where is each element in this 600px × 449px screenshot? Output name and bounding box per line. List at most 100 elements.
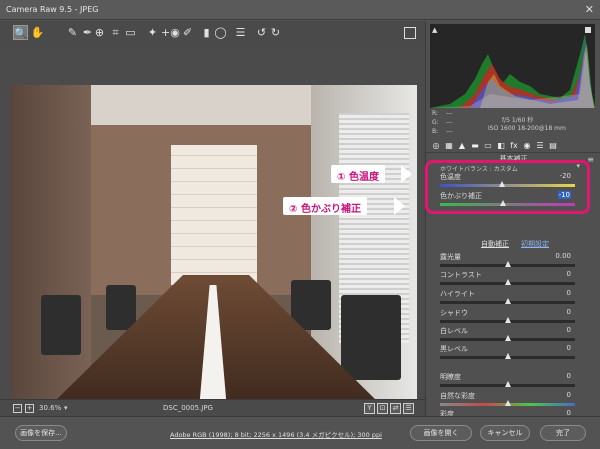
slider-label: 黒レベル: [440, 345, 468, 353]
lens-info: ISO 1600 18-200@18 mm: [488, 125, 566, 132]
tone-curve-tab-icon[interactable]: ▦: [444, 141, 454, 151]
slider-row: 自然な彩度 0: [426, 391, 600, 411]
slider-thumb[interactable]: [504, 381, 511, 387]
target-adjustment-tool-icon[interactable]: ⊕: [92, 25, 107, 40]
close-icon[interactable]: ✕: [585, 3, 594, 16]
rotate-left-icon[interactable]: ↺: [254, 25, 269, 40]
slider-value-input[interactable]: 0: [567, 391, 571, 399]
callout-arrow: [394, 197, 405, 215]
slider-label: 自然な彩度: [440, 392, 475, 400]
g-label: G:: [432, 119, 439, 126]
slider-thumb[interactable]: [504, 279, 511, 285]
b-value: ---: [446, 128, 453, 135]
slider-row: 露光量 0.00: [426, 252, 600, 272]
slider-label: 露光量: [440, 253, 461, 261]
camera-calibration-tab-icon[interactable]: ◉: [522, 141, 532, 151]
slider-thumb[interactable]: [504, 335, 511, 341]
highlight-box: [425, 160, 590, 214]
slider-label: ハイライト: [440, 290, 475, 298]
file-name: DSC_0005.JPG: [163, 404, 213, 412]
snapshots-tab-icon[interactable]: ▤: [548, 141, 558, 151]
window-title: Camera Raw 9.5 - JPEG: [6, 5, 99, 14]
slider-value-input[interactable]: 0: [567, 308, 571, 316]
zoom-level[interactable]: 30.6%: [39, 404, 61, 412]
slider-label: 明瞭度: [440, 373, 461, 381]
before-after-button[interactable]: Y: [364, 403, 375, 414]
basic-tab-icon[interactable]: ◎: [431, 141, 441, 151]
slider-thumb[interactable]: [504, 298, 511, 304]
photo-chair: [341, 295, 401, 380]
b-label: B:: [432, 128, 439, 135]
slider-row: 黒レベル 0: [426, 344, 600, 364]
radial-filter-icon[interactable]: ◯: [213, 25, 228, 40]
auto-button[interactable]: 自動補正: [481, 239, 509, 249]
rgb-readout: R: --- G: --- B: --- f/5 1/60 秒 ISO 1600…: [430, 108, 595, 138]
photo-preview[interactable]: [11, 85, 417, 401]
rotate-right-icon[interactable]: ↻: [268, 25, 283, 40]
title-bar: Camera Raw 9.5 - JPEG ✕: [0, 0, 600, 20]
graduated-filter-icon[interactable]: ▮: [199, 25, 214, 40]
histogram: ▲: [430, 24, 595, 108]
exposure-info: f/5 1/60 秒: [502, 117, 534, 124]
detail-tab-icon[interactable]: ▲: [457, 141, 467, 151]
save-image-button[interactable]: 画像を保存...: [15, 425, 67, 441]
callout-arrow: [401, 165, 412, 183]
photo-chair: [106, 285, 136, 330]
photo-chair: [41, 295, 81, 355]
zoom-in-button[interactable]: +: [25, 404, 34, 413]
r-label: R:: [432, 110, 439, 117]
adjustment-brush-icon[interactable]: ✐: [180, 25, 195, 40]
slider-thumb[interactable]: [504, 261, 511, 267]
slider-label: コントラスト: [440, 271, 482, 279]
slider-thumb[interactable]: [504, 400, 511, 406]
zoom-dropdown-icon[interactable]: ▾: [64, 404, 68, 412]
presets-tab-icon[interactable]: ☰: [535, 141, 545, 151]
hsl-tab-icon[interactable]: ▬: [470, 141, 480, 151]
slider-row: 白レベル 0: [426, 326, 600, 346]
r-value: ---: [446, 110, 453, 117]
slider-value-input[interactable]: 0: [567, 344, 571, 352]
open-image-button[interactable]: 画像を開く: [410, 425, 472, 441]
zoom-tool-icon[interactable]: 🔍: [13, 25, 28, 40]
view-toggle-button[interactable]: ⊡: [377, 403, 388, 414]
slider-label: 白レベル: [440, 327, 468, 335]
slider-row: ハイライト 0: [426, 289, 600, 309]
slider-row: コントラスト 0: [426, 270, 600, 290]
g-value: ---: [446, 119, 453, 126]
slider-value-input[interactable]: 0.00: [555, 252, 571, 260]
swap-settings-button[interactable]: ⇄: [390, 403, 401, 414]
hand-tool-icon[interactable]: ✋: [30, 25, 45, 40]
histogram-graph: [430, 34, 595, 108]
default-button[interactable]: 初期設定: [521, 239, 549, 249]
cancel-button[interactable]: キャンセル: [480, 425, 530, 441]
slider-row: 明瞭度 0: [426, 372, 600, 392]
callout-color-temp: ① 色温度: [331, 165, 385, 183]
toolbar: 🔍 ✋ ✎ ✒ ⊕ ⌗ ▭ ✦ +◉ ✐ ▮ ◯ ☰ ↺ ↻: [0, 21, 425, 47]
slider-value-input[interactable]: 0: [567, 270, 571, 278]
export-icon[interactable]: [404, 27, 416, 39]
lens-tab-icon[interactable]: ◧: [496, 141, 506, 151]
slider-thumb[interactable]: [504, 317, 511, 323]
slider-value-input[interactable]: 0: [567, 326, 571, 334]
red-eye-tool-icon[interactable]: +◉: [161, 25, 180, 40]
view-settings-button[interactable]: ☰: [403, 403, 414, 414]
preferences-icon[interactable]: ☰: [233, 25, 248, 40]
slider-value-input[interactable]: 0: [567, 372, 571, 380]
straighten-tool-icon[interactable]: ▭: [123, 25, 138, 40]
crop-tool-icon[interactable]: ⌗: [108, 25, 123, 40]
effects-tab-icon[interactable]: fx: [509, 141, 519, 151]
slider-thumb[interactable]: [504, 353, 511, 359]
highlight-clip-warning-icon[interactable]: [585, 27, 591, 33]
split-toning-tab-icon[interactable]: ▭: [483, 141, 493, 151]
slider-label: シャドウ: [440, 309, 468, 317]
done-button[interactable]: 完了: [540, 425, 586, 441]
preview-canvas[interactable]: [0, 47, 425, 401]
slider-row: シャドウ 0: [426, 308, 600, 328]
bottom-bar: 画像を保存... Adobe RGB (1998); 8 bit; 2256 x…: [0, 416, 600, 449]
workflow-options-link[interactable]: Adobe RGB (1998); 8 bit; 2256 x 1496 (3.…: [170, 429, 382, 439]
white-balance-tool-icon[interactable]: ✎: [65, 25, 80, 40]
spot-removal-tool-icon[interactable]: ✦: [145, 25, 160, 40]
shadow-clip-warning-icon[interactable]: ▲: [432, 26, 437, 34]
zoom-out-button[interactable]: −: [13, 404, 22, 413]
slider-value-input[interactable]: 0: [567, 289, 571, 297]
